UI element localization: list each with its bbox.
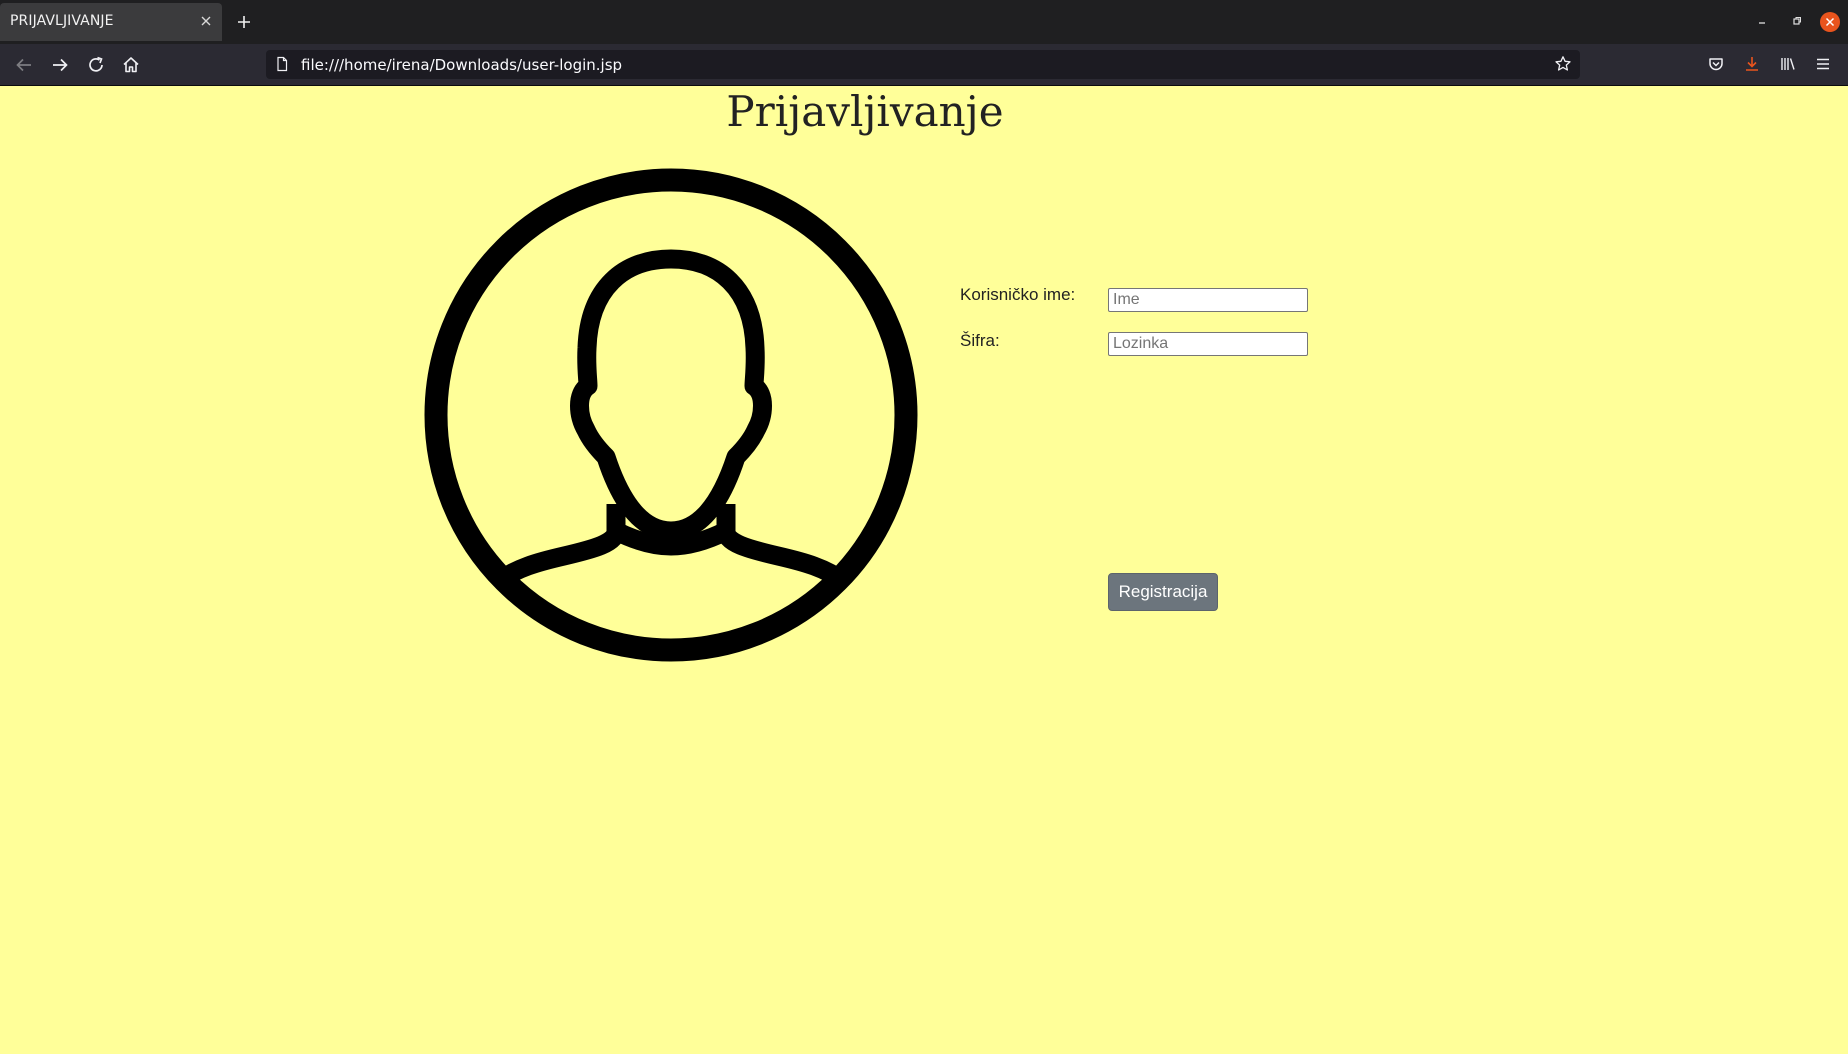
close-icon[interactable] xyxy=(197,12,215,30)
page-content: Prijavljivanje Korisničko ime: Šifra: Re… xyxy=(0,86,1848,1054)
new-tab-icon[interactable] xyxy=(234,12,254,32)
page-title: Prijavljivanje xyxy=(726,87,1004,136)
arrow-right-icon[interactable] xyxy=(48,53,72,77)
user-avatar-icon xyxy=(424,168,918,662)
reload-icon[interactable] xyxy=(84,53,108,77)
window-close-icon[interactable] xyxy=(1820,12,1840,32)
arrow-left-icon[interactable] xyxy=(12,53,36,77)
download-icon[interactable] xyxy=(1742,54,1762,74)
password-label: Šifra: xyxy=(960,331,1000,350)
browser-window: PRIJAVLJIVANJE file:///home/irena/Downlo… xyxy=(0,0,1848,1054)
password-input[interactable] xyxy=(1108,332,1308,356)
username-label: Korisničko ime: xyxy=(960,285,1076,304)
username-input[interactable] xyxy=(1108,288,1308,312)
pocket-icon[interactable] xyxy=(1706,54,1726,74)
url-text[interactable]: file:///home/irena/Downloads/user-login.… xyxy=(301,56,622,74)
navigation-bar: file:///home/irena/Downloads/user-login.… xyxy=(0,44,1848,86)
tab-strip: PRIJAVLJIVANJE xyxy=(0,0,1848,44)
page-icon xyxy=(274,56,290,72)
home-icon[interactable] xyxy=(119,53,143,77)
library-icon[interactable] xyxy=(1778,54,1798,74)
hamburger-menu-icon[interactable] xyxy=(1813,54,1833,74)
tab-active[interactable]: PRIJAVLJIVANJE xyxy=(0,3,222,41)
minimize-icon[interactable] xyxy=(1752,12,1772,32)
restore-icon[interactable] xyxy=(1786,12,1806,32)
star-icon[interactable] xyxy=(1554,55,1572,73)
tab-title: PRIJAVLJIVANJE xyxy=(10,13,114,29)
url-bar[interactable]: file:///home/irena/Downloads/user-login.… xyxy=(266,50,1580,79)
registration-button[interactable]: Registracija xyxy=(1108,573,1218,611)
